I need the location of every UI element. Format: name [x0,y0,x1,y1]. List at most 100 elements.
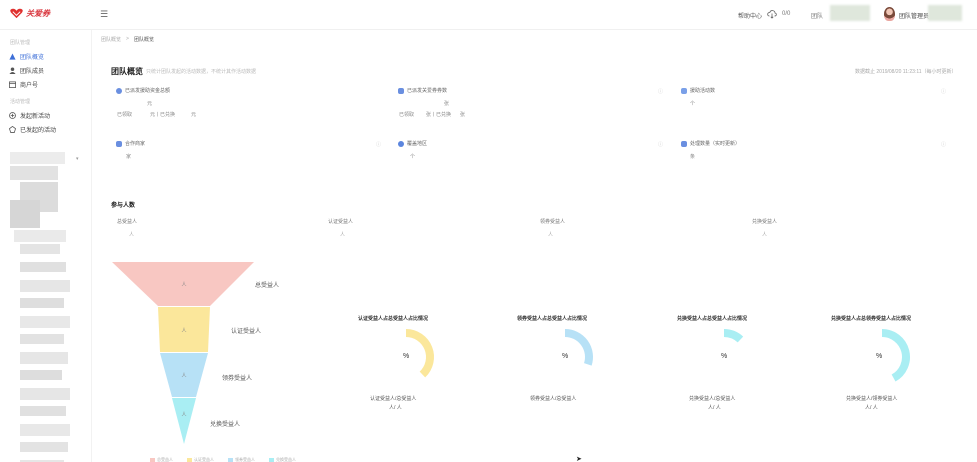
ring-caption: 兑换受益人/领券受益人 [846,396,898,402]
info-icon[interactable]: ⓘ [941,88,946,95]
breadcrumb-parent[interactable]: 团队概览 [101,36,121,43]
redacted-block [20,316,70,328]
sidebar-item-my-activities[interactable]: 已发起的活动 [9,125,56,134]
sidebar-item-new-activity[interactable]: 发起新活动 [9,111,50,120]
sidebar-item-merchant[interactable]: 商户号 [9,80,38,89]
ring-caption: 兑换受益人/总受益人 [689,396,736,402]
funnel-value-verified: 人 [181,328,186,334]
col-label-total: 总受益人 [117,219,138,225]
funnel-label-coupon: 领券受益人 [222,376,253,382]
menu-toggle-icon[interactable]: ☰ [100,9,108,20]
redacted-block [20,370,62,380]
ring-title: 领券受益人占总受益人占比情况 [517,316,588,322]
section-title-participants: 参与人数 [111,203,136,209]
redacted-block [20,262,66,272]
stat-label: 已派发援助资金总额 [125,88,171,94]
info-icon[interactable]: ⓘ [941,141,946,148]
stat-label: 覆盖地区 [407,141,428,147]
stat-value: 张 [444,101,450,107]
redacted-block [10,200,40,228]
download-count: 0/0 [782,11,791,17]
location-icon [398,140,404,147]
info-icon[interactable]: ⓘ [658,141,663,148]
team-name-redacted [830,5,870,21]
chart-icon [681,140,687,147]
user-icon [116,87,122,94]
user-name[interactable]: 团队管理员 [899,11,929,20]
ring-caption: 认证受益人/总受益人 [370,396,417,402]
sidebar-group-team: 团队管理 [10,40,31,46]
stat-value: 条 [690,154,696,160]
ring-title: 兑换受益人占总受益人占比情况 [677,316,748,322]
chevron-down-icon[interactable]: ▾ [76,156,79,162]
help-center-link[interactable]: 帮助中心 [738,11,762,20]
page-note: 只统计团队发起的活动数据，不统计其作活动数据 [146,69,257,75]
info-icon[interactable]: ⓘ [376,141,381,148]
col-value-verified: 人 [340,232,346,238]
funnel-label-redeemed: 兑换受益人 [210,422,241,428]
ring-percent: % [403,353,410,360]
stat-sub-redeemed: 张丨已兑换 [426,112,452,118]
ring-caption: 领券受益人/总受益人 [530,396,577,402]
legend-label: 领券受益人 [235,457,255,462]
redacted-block [20,280,70,292]
mouse-cursor-icon: ➤ [576,456,582,462]
sidebar-item-label: 发起新活动 [20,114,51,120]
sidebar: 团队管理 团队概览 团队成员 商户号 活动管理 发起新活动 已发起的活动 ▾ [0,30,92,462]
stat-time: 数据截止 2019/08/20 11:23:11（每小时更新） [855,69,957,75]
sidebar-group-activity: 活动管理 [10,99,31,105]
ring-arc [723,329,744,343]
breadcrumb-separator: > [126,36,129,42]
stat-label: 已派发关爱券券数 [407,88,448,94]
shop-icon [116,140,122,147]
stat-value: 家 [126,154,132,160]
funnel-label-total: 总受益人 [255,283,280,289]
stat-sub-received: 已领取 [117,112,133,118]
ring-title: 兑换受益人占总领券受益人占比情况 [831,316,912,322]
avatar[interactable] [884,7,895,21]
funnel-value-coupon: 人 [181,373,186,379]
sidebar-item-label: 已发起的活动 [20,128,57,134]
redacted-block [10,166,58,180]
triangle-icon [9,53,16,60]
stat-value: 元 [147,101,153,107]
legend-item[interactable]: 兑换受益人 [269,457,296,462]
user-icon [9,67,16,74]
redacted-block [20,442,68,452]
stat-sub-received: 已领取 [399,112,415,118]
logo[interactable]: 关爱券 [10,8,50,19]
legend-item[interactable]: 总受益人 [150,457,173,462]
legend-item[interactable]: 领券受益人 [228,457,255,462]
legend-item[interactable]: 认证受益人 [187,457,214,462]
sidebar-item-label: 商户号 [20,83,39,89]
redacted-block [20,406,66,416]
info-icon[interactable]: ⓘ [658,88,663,95]
legend-label: 认证受益人 [194,457,214,462]
page-title: 团队概览 [111,67,143,76]
sidebar-item-members[interactable]: 团队成员 [9,66,44,75]
ring-value: 人/ 人 [389,405,402,411]
ring-arc [881,329,910,382]
stat-label: 处理数量（实时更新） [690,141,741,147]
sidebar-item-label: 团队成员 [20,69,45,75]
legend-label: 兑换受益人 [276,457,296,462]
redacted-block [20,244,60,254]
ring-value: 人/ 人 [865,405,878,411]
user-extra-redacted [928,5,962,21]
funnel-value-total: 人 [181,282,186,288]
col-label-verified: 认证受益人 [328,219,354,225]
sidebar-item-overview[interactable]: 团队概览 [9,52,44,61]
team-switch[interactable]: 团队 [811,11,823,20]
stat-partners: 合作商家 [116,140,145,147]
download-cloud-icon[interactable] [767,9,777,19]
breadcrumb-current: 团队概览 [133,37,154,43]
stat-value: 个 [690,101,696,107]
stat-sub-unit: 张 [460,112,466,118]
stat-fund-total: 已派发援助资金总额 [116,87,170,94]
sidebar-item-label: 团队概览 [20,55,45,61]
funnel-stage-redeemed [172,398,196,444]
stat-label: 援助活动数 [690,88,716,94]
funnel-legend: 总受益人 认证受益人 领券受益人 兑换受益人 [150,457,296,462]
redacted-block [20,298,64,308]
col-label-coupon: 领券受益人 [540,219,566,225]
